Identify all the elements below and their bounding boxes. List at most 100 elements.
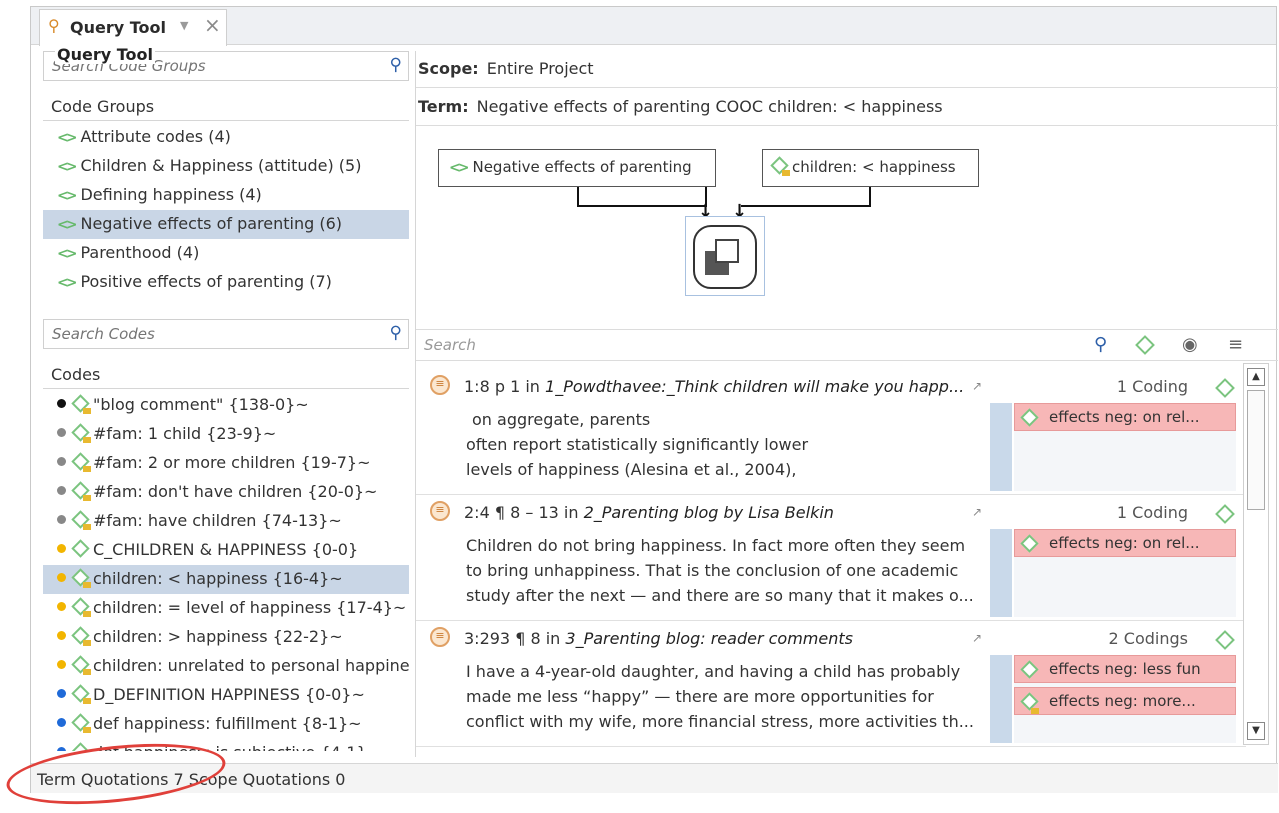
list-item[interactable]: children: unrelated to personal happines… <box>43 652 409 681</box>
list-item[interactable]: "blog comment" {138-0}~ <box>43 391 409 420</box>
open-external-icon[interactable]: ↗ <box>972 505 982 519</box>
open-external-icon[interactable]: ↗ <box>972 379 982 393</box>
list-item-selected[interactable]: <> Negative effects of parenting (6) <box>43 210 409 239</box>
query-node-code-group[interactable]: <> Negative effects of parenting <box>438 149 716 187</box>
codings-count: 2 Codings <box>1108 629 1188 648</box>
code-groups-header: Code Groups <box>43 93 409 121</box>
text-line: conflict with my wife, more financial st… <box>466 712 974 731</box>
comment-icon <box>83 611 91 617</box>
chevron-down-icon[interactable]: ▼ <box>180 19 188 32</box>
cooc-operator[interactable] <box>685 216 765 296</box>
scroll-down-icon[interactable]: ▼ <box>1247 722 1265 740</box>
margin-bar <box>990 655 1012 743</box>
results-scrollbar[interactable]: ▲ ▼ <box>1243 363 1269 745</box>
code-search: ⚲ <box>43 319 409 349</box>
code-group-icon: <> <box>57 246 78 262</box>
table-row[interactable]: ≡ 2:4 ¶ 8 – 13 in 2_Parenting blog by Li… <box>416 495 1246 621</box>
list-item-label: children: > happiness {22-2}~ <box>93 627 343 646</box>
connector-line <box>577 187 707 207</box>
code-icon <box>1215 630 1235 650</box>
table-row[interactable]: ≡ 3:293 ¶ 8 in 3_Parenting blog: reader … <box>416 621 1246 747</box>
node-label: children: < happiness <box>792 158 956 176</box>
color-dot <box>57 486 66 495</box>
search-icon[interactable]: ⚲ <box>390 323 402 343</box>
list-item[interactable]: #fam: don't have children {20-0}~ <box>43 478 409 507</box>
comment-icon <box>782 170 790 176</box>
list-item-label: #fam: 2 or more children {19-7}~ <box>93 453 371 472</box>
list-item[interactable]: #fam: 2 or more children {19-7}~ <box>43 449 409 478</box>
list-item[interactable]: D_DEFINITION HAPPINESS {0-0}~ <box>43 681 409 710</box>
tab-query-tool[interactable]: ⚲ Query Tool ▼ × <box>39 9 227 46</box>
code-icon[interactable] <box>1135 335 1155 355</box>
text-line: to bring unhappiness. That is the conclu… <box>466 561 959 580</box>
open-external-icon[interactable]: ↗ <box>972 631 982 645</box>
eye-icon[interactable]: ◉ <box>1182 334 1198 355</box>
quotation-icon: ≡ <box>430 501 450 521</box>
comment-icon <box>83 524 91 530</box>
color-dot <box>57 747 66 751</box>
comment-icon <box>83 640 91 646</box>
code-group-icon: <> <box>57 130 78 146</box>
list-item[interactable]: def happiness: fulfillment {8-1}~ <box>43 710 409 739</box>
codings-count: 1 Coding <box>1116 503 1188 522</box>
chip-label: effects neg: on rel... <box>1049 534 1200 552</box>
operator-shape <box>693 225 757 289</box>
scroll-thumb[interactable] <box>1247 390 1265 510</box>
list-item-label: Children & Happiness (attitude) (5) <box>80 156 362 175</box>
list-item-label: #fam: have children {74-13}~ <box>93 511 342 530</box>
search-icon[interactable]: ⚲ <box>1094 334 1107 355</box>
quotation-icon: ≡ <box>430 627 450 647</box>
code-chip[interactable]: effects neg: more... <box>1014 687 1236 715</box>
tab-bar: ⚲ Query Tool ▼ × <box>31 7 1276 46</box>
code-chip[interactable]: effects neg: on rel... <box>1014 403 1236 431</box>
scroll-up-icon[interactable]: ▲ <box>1247 368 1265 386</box>
list-item[interactable]: <> Positive effects of parenting (7) <box>43 268 409 297</box>
color-dot <box>57 718 66 727</box>
search-icon[interactable]: ⚲ <box>390 55 402 75</box>
color-dot <box>57 399 66 408</box>
color-dot <box>57 544 66 553</box>
tab-title: Query Tool <box>70 18 166 37</box>
list-item[interactable]: <> Parenthood (4) <box>43 239 409 268</box>
text-line: study after the next — and there are so … <box>466 586 974 605</box>
code-search-input[interactable] <box>44 320 364 348</box>
code-group-icon: <> <box>57 275 78 291</box>
quotation-text: Children do not bring happiness. In fact… <box>466 533 986 608</box>
list-item-label: Parenthood (4) <box>80 243 200 262</box>
list-item[interactable]: children: = level of happiness {17-4}~ <box>43 594 409 623</box>
list-item[interactable]: children: > happiness {22-2}~ <box>43 623 409 652</box>
comment-icon <box>83 669 91 675</box>
codes-header: Codes <box>43 361 409 389</box>
color-dot <box>57 457 66 466</box>
query-node-code[interactable]: children: < happiness <box>762 149 979 187</box>
list-item-label: D_DEFINITION HAPPINESS {0-0}~ <box>93 685 365 704</box>
quotation-ref: 2:4 ¶ 8 – 13 in <box>464 503 584 522</box>
code-chip[interactable]: effects neg: less fun <box>1014 655 1236 683</box>
table-row[interactable]: ≡ 1:8 p 1 in 1_Powdthavee:_Think childre… <box>416 369 1246 495</box>
scope-value[interactable]: Entire Project <box>487 59 594 78</box>
list-item-label: Attribute codes (4) <box>80 127 231 146</box>
list-item[interactable]: C_CHILDREN & HAPPINESS {0-0} <box>43 536 409 565</box>
list-item[interactable]: <> Attribute codes (4) <box>43 123 409 152</box>
list-item[interactable]: #fam: have children {74-13}~ <box>43 507 409 536</box>
code-group-icon: <> <box>57 188 78 204</box>
code-icon <box>1215 504 1235 524</box>
right-pane: Scope: Entire Project Term: Negative effec… <box>415 51 1278 757</box>
close-icon[interactable]: × <box>204 13 221 37</box>
menu-icon[interactable]: ≡ <box>1228 334 1243 355</box>
code-list: "blog comment" {138-0}~ #fam: 1 child {2… <box>43 391 409 751</box>
list-item[interactable]: <> Children & Happiness (attitude) (5) <box>43 152 409 181</box>
list-item[interactable]: <> Defining happiness (4) <box>43 181 409 210</box>
results-toolbar: Search ⚲ ◉ ≡ <box>416 329 1278 361</box>
list-item[interactable]: #fam: 1 child {23-9}~ <box>43 420 409 449</box>
list-item-label: #fam: 1 child {23-9}~ <box>93 424 277 443</box>
result-search-input[interactable]: Search <box>424 336 476 354</box>
code-chip[interactable]: effects neg: on rel... <box>1014 529 1236 557</box>
list-item-label: C_CHILDREN & HAPPINESS {0-0} <box>93 540 359 559</box>
code-icon <box>71 539 90 558</box>
chip-label: effects neg: less fun <box>1049 660 1201 678</box>
quotation-text: I have a 4-year-old daughter, and having… <box>466 659 986 734</box>
comment-icon <box>83 408 91 414</box>
list-item-selected[interactable]: children: < happiness {16-4}~ <box>43 565 409 594</box>
quotation-header: 1:8 p 1 in 1_Powdthavee:_Think children … <box>464 377 964 396</box>
